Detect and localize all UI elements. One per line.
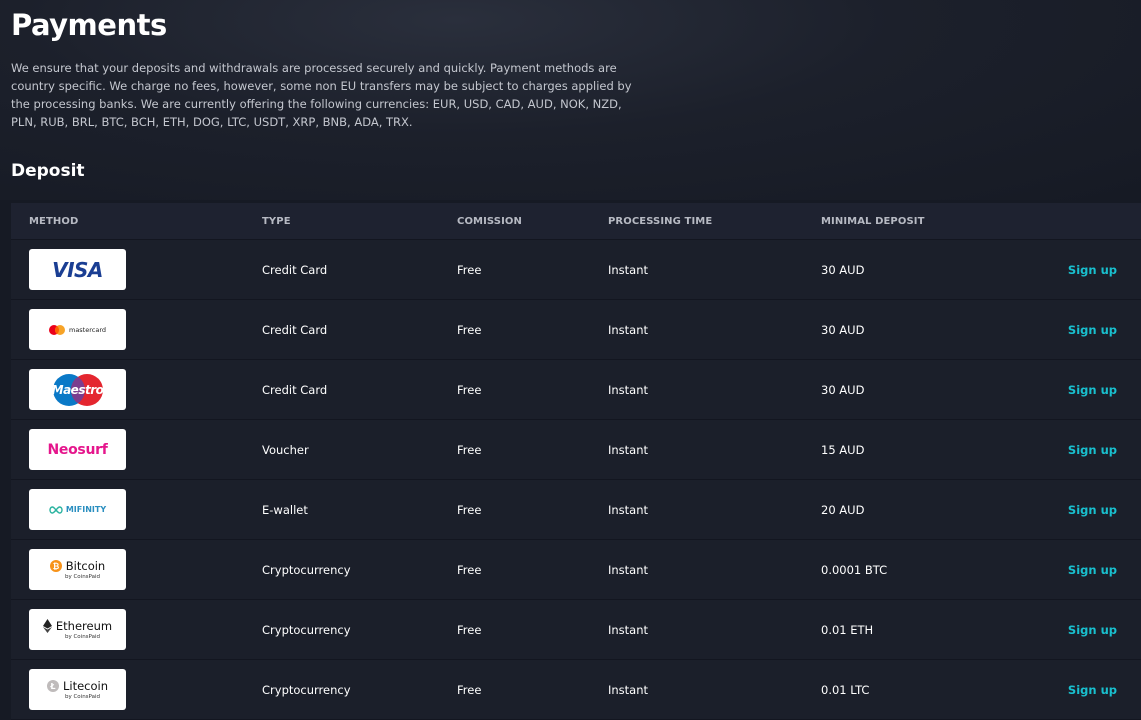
table-row: mastercard Credit Card Free Instant 30 A… xyxy=(11,300,1141,360)
processing-time-cell: Instant xyxy=(608,322,649,337)
table-row: Maestro Credit Card Free Instant 30 AUD … xyxy=(11,360,1141,420)
processing-time-cell: Instant xyxy=(608,562,649,577)
minimal-deposit-cell: 0.0001 BTC xyxy=(821,562,888,577)
ethereum-icon xyxy=(42,619,52,633)
sign-up-link[interactable]: Sign up xyxy=(1068,443,1117,457)
minimal-deposit-cell: 0.01 LTC xyxy=(821,682,870,697)
sign-up-link[interactable]: Sign up xyxy=(1068,263,1117,277)
method-cell: Neosurf xyxy=(29,420,126,479)
processing-time-cell: Instant xyxy=(608,262,649,277)
method-cell: ₿ Bitcoin by CoinsPaid xyxy=(29,540,126,599)
minimal-deposit-cell: 30 AUD xyxy=(821,322,865,337)
deposit-section-title: Deposit xyxy=(11,161,85,181)
type-cell: Cryptocurrency xyxy=(262,562,351,577)
ethereum-logo: Ethereum by CoinsPaid xyxy=(29,609,126,650)
type-cell: Credit Card xyxy=(262,262,328,277)
type-cell: E-wallet xyxy=(262,502,308,517)
processing-time-cell: Instant xyxy=(608,502,649,517)
infinity-icon xyxy=(49,505,63,514)
svg-text:₿: ₿ xyxy=(53,562,60,571)
mastercard-circles-icon xyxy=(48,324,65,335)
table-row: VISA Credit Card Free Instant 30 AUD Sig… xyxy=(11,240,1141,300)
table-row: Ethereum by CoinsPaid Cryptocurrency Fre… xyxy=(11,600,1141,660)
neosurf-logo-text: Neosurf xyxy=(47,441,108,458)
sign-up-link[interactable]: Sign up xyxy=(1068,323,1117,337)
bitcoin-logo-text: Bitcoin xyxy=(65,559,106,573)
table-row: MIFINITY E-wallet Free Instant 20 AUD Si… xyxy=(11,480,1141,540)
sign-up-link[interactable]: Sign up xyxy=(1068,383,1117,397)
sign-up-link[interactable]: Sign up xyxy=(1068,503,1117,517)
page-title: Payments xyxy=(11,8,167,42)
minimal-deposit-cell: 20 AUD xyxy=(821,502,865,517)
neosurf-logo: Neosurf xyxy=(29,429,126,470)
type-cell: Cryptocurrency xyxy=(262,682,351,697)
bitcoin-icon: ₿ xyxy=(49,560,62,572)
sign-up-link[interactable]: Sign up xyxy=(1068,683,1117,697)
commission-cell: Free xyxy=(457,442,482,457)
sign-up-link[interactable]: Sign up xyxy=(1068,563,1117,577)
type-cell: Cryptocurrency xyxy=(262,622,351,637)
header-type: TYPE xyxy=(262,215,291,227)
litecoin-icon: Ł xyxy=(46,680,59,692)
processing-time-cell: Instant xyxy=(608,382,649,397)
mastercard-logo-text: mastercard xyxy=(68,325,107,334)
method-cell: Ł Litecoin by CoinsPaid xyxy=(29,660,126,719)
processing-time-cell: Instant xyxy=(608,682,649,697)
intro-text: We ensure that your deposits and withdra… xyxy=(11,61,632,129)
deposit-table: METHOD TYPE COMISSION PROCESSING TIME MI… xyxy=(11,203,1141,720)
processing-time-cell: Instant xyxy=(608,442,649,457)
header-minimal-deposit: MINIMAL DEPOSIT xyxy=(821,215,925,227)
coinspaid-label: by CoinsPaid xyxy=(64,574,101,580)
litecoin-logo-text: Litecoin xyxy=(62,679,109,693)
header-method: METHOD xyxy=(29,215,79,227)
commission-cell: Free xyxy=(457,682,482,697)
method-cell: mastercard xyxy=(29,300,126,359)
header-processing-time: PROCESSING TIME xyxy=(608,215,713,227)
type-cell: Voucher xyxy=(262,442,309,457)
table-header: METHOD TYPE COMISSION PROCESSING TIME MI… xyxy=(11,203,1141,240)
ethereum-logo-text: Ethereum xyxy=(55,619,113,633)
method-cell: MIFINITY xyxy=(29,480,126,539)
method-cell: Ethereum by CoinsPaid xyxy=(29,600,126,659)
type-cell: Credit Card xyxy=(262,382,328,397)
visa-logo-text: VISA xyxy=(52,257,103,282)
processing-time-cell: Instant xyxy=(608,622,649,637)
type-cell: Credit Card xyxy=(262,322,328,337)
maestro-logo: Maestro xyxy=(29,369,126,410)
bitcoin-logo: ₿ Bitcoin by CoinsPaid xyxy=(29,549,126,590)
mastercard-logo: mastercard xyxy=(29,309,126,350)
commission-cell: Free xyxy=(457,262,482,277)
svg-text:Ł: Ł xyxy=(49,682,55,691)
commission-cell: Free xyxy=(457,502,482,517)
header-commission: COMISSION xyxy=(457,215,522,227)
commission-cell: Free xyxy=(457,622,482,637)
coinspaid-label: by CoinsPaid xyxy=(64,694,101,700)
minimal-deposit-cell: 30 AUD xyxy=(821,382,865,397)
commission-cell: Free xyxy=(457,382,482,397)
coinspaid-label: by CoinsPaid xyxy=(64,634,101,640)
minimal-deposit-cell: 0.01 ETH xyxy=(821,622,874,637)
commission-cell: Free xyxy=(457,322,482,337)
commission-cell: Free xyxy=(457,562,482,577)
method-cell: Maestro xyxy=(29,360,126,419)
table-row: Ł Litecoin by CoinsPaid Cryptocurrency F… xyxy=(11,660,1141,720)
mifinity-logo-text: MIFINITY xyxy=(65,505,107,514)
visa-logo: VISA xyxy=(29,249,126,290)
table-row: Neosurf Voucher Free Instant 15 AUD Sign… xyxy=(11,420,1141,480)
minimal-deposit-cell: 30 AUD xyxy=(821,262,865,277)
litecoin-logo: Ł Litecoin by CoinsPaid xyxy=(29,669,126,710)
mifinity-logo: MIFINITY xyxy=(29,489,126,530)
maestro-logo-text: Maestro xyxy=(51,382,104,397)
minimal-deposit-cell: 15 AUD xyxy=(821,442,865,457)
method-cell: VISA xyxy=(29,240,126,299)
table-row: ₿ Bitcoin by CoinsPaid Cryptocurrency Fr… xyxy=(11,540,1141,600)
sign-up-link[interactable]: Sign up xyxy=(1068,623,1117,637)
